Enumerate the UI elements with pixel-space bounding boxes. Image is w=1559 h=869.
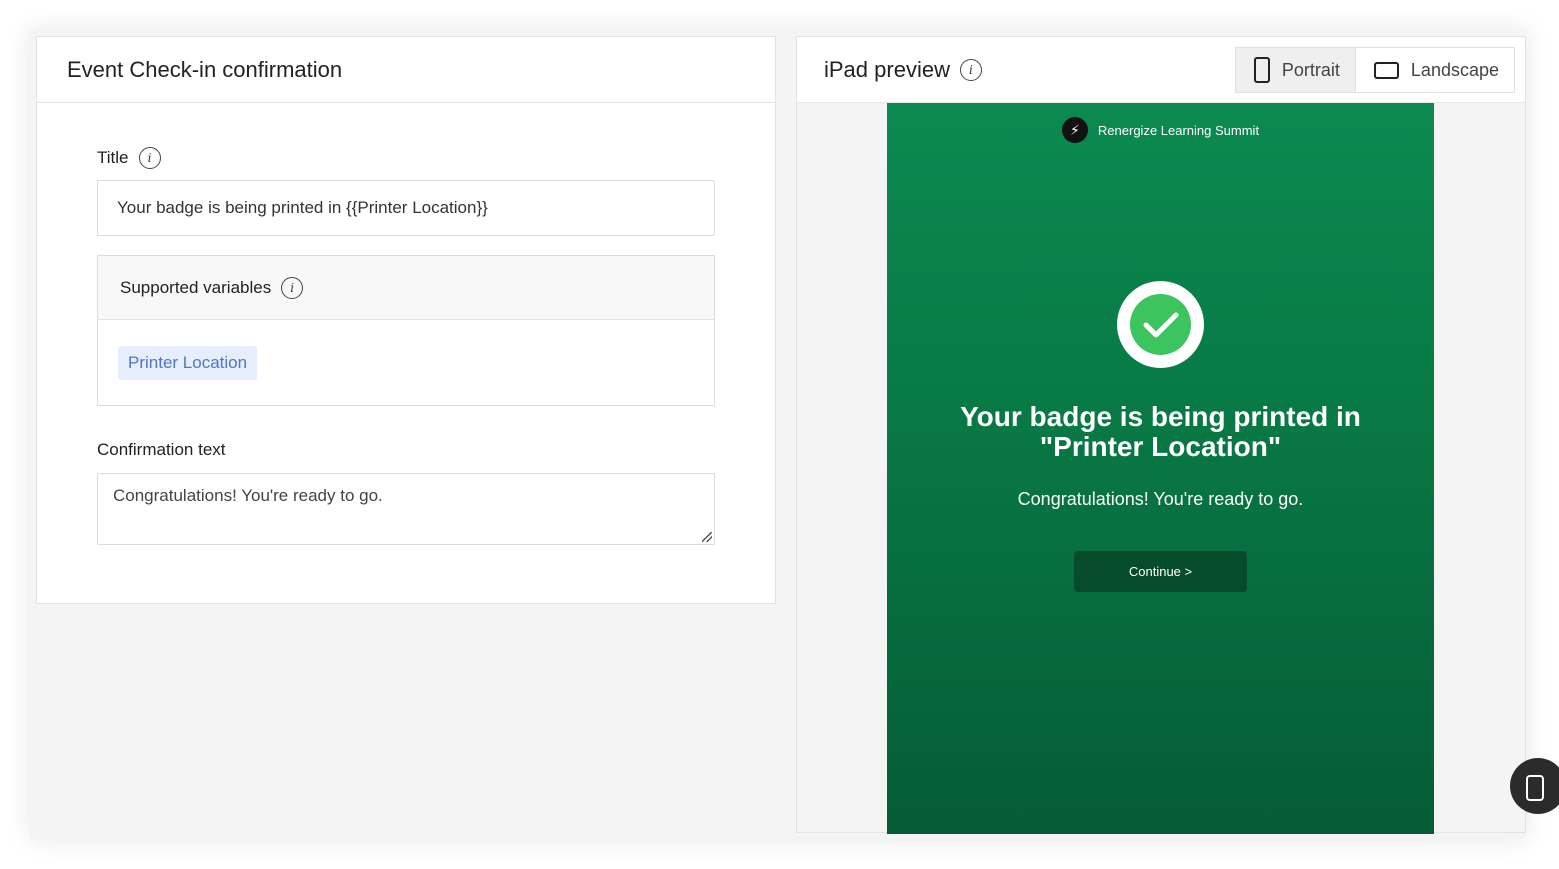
success-check-icon (1117, 281, 1204, 368)
orientation-toggle: Portrait Landscape (1234, 47, 1515, 93)
landscape-button[interactable]: Landscape (1355, 48, 1514, 92)
confirmation-textarea[interactable]: Congratulations! You're ready to go. (97, 473, 715, 545)
card-header: Event Check-in confirmation (37, 37, 775, 103)
preview-title: iPad preview (824, 56, 950, 82)
confirmation-label-text: Confirmation text (97, 440, 226, 459)
supported-variables-header: Supported variables i (98, 256, 714, 320)
portrait-label: Portrait (1281, 59, 1340, 80)
ipad-screen-preview: ⚡ Renergize Learning Summit Your badge i… (887, 103, 1434, 834)
preview-subtext: Congratulations! You're ready to go. (1017, 489, 1304, 509)
confirmation-textarea-value: Congratulations! You're ready to go. (113, 486, 383, 505)
title-field-label: Title i (97, 147, 161, 169)
ipad-preview-card: iPad preview i Portrait Landscape ⚡ Rene… (796, 36, 1526, 834)
checkin-settings-card: Event Check-in confirmation Title i Your… (36, 36, 776, 604)
page-title: Event Check-in confirmation (67, 56, 343, 82)
variable-chip-label: Printer Location (128, 353, 248, 372)
event-brand: ⚡ Renergize Learning Summit (887, 117, 1434, 143)
chat-support-icon[interactable] (1510, 758, 1559, 814)
title-input[interactable]: Your badge is being printed in {{Printer… (97, 180, 715, 236)
preview-header: iPad preview i Portrait Landscape (797, 37, 1525, 103)
supported-variables-panel: Supported variables i Printer Location (97, 255, 715, 406)
checkmark-icon (1143, 312, 1178, 337)
title-input-value: Your badge is being printed in {{Printer… (117, 198, 488, 217)
confirmation-field-label: Confirmation text (97, 440, 226, 460)
info-icon[interactable]: i (959, 58, 982, 81)
landscape-label: Landscape (1410, 59, 1499, 80)
variable-chip-printer-location[interactable]: Printer Location (118, 346, 258, 380)
event-logo-icon: ⚡ (1061, 117, 1088, 143)
preview-heading: Your badge is being printed in "Printer … (960, 401, 1361, 462)
info-icon[interactable]: i (138, 147, 161, 169)
app-window: Event Check-in confirmation Title i Your… (30, 30, 1526, 839)
title-label-text: Title (97, 148, 129, 167)
continue-button[interactable]: Continue > (1074, 551, 1247, 592)
supported-variables-label: Supported variables (120, 277, 272, 297)
resize-handle-icon[interactable] (702, 532, 712, 542)
portrait-button[interactable]: Portrait (1235, 48, 1356, 92)
tablet-landscape-icon (1373, 61, 1399, 79)
event-name: Renergize Learning Summit (1097, 122, 1260, 138)
phone-portrait-icon (1253, 57, 1270, 83)
info-icon[interactable]: i (281, 276, 304, 299)
